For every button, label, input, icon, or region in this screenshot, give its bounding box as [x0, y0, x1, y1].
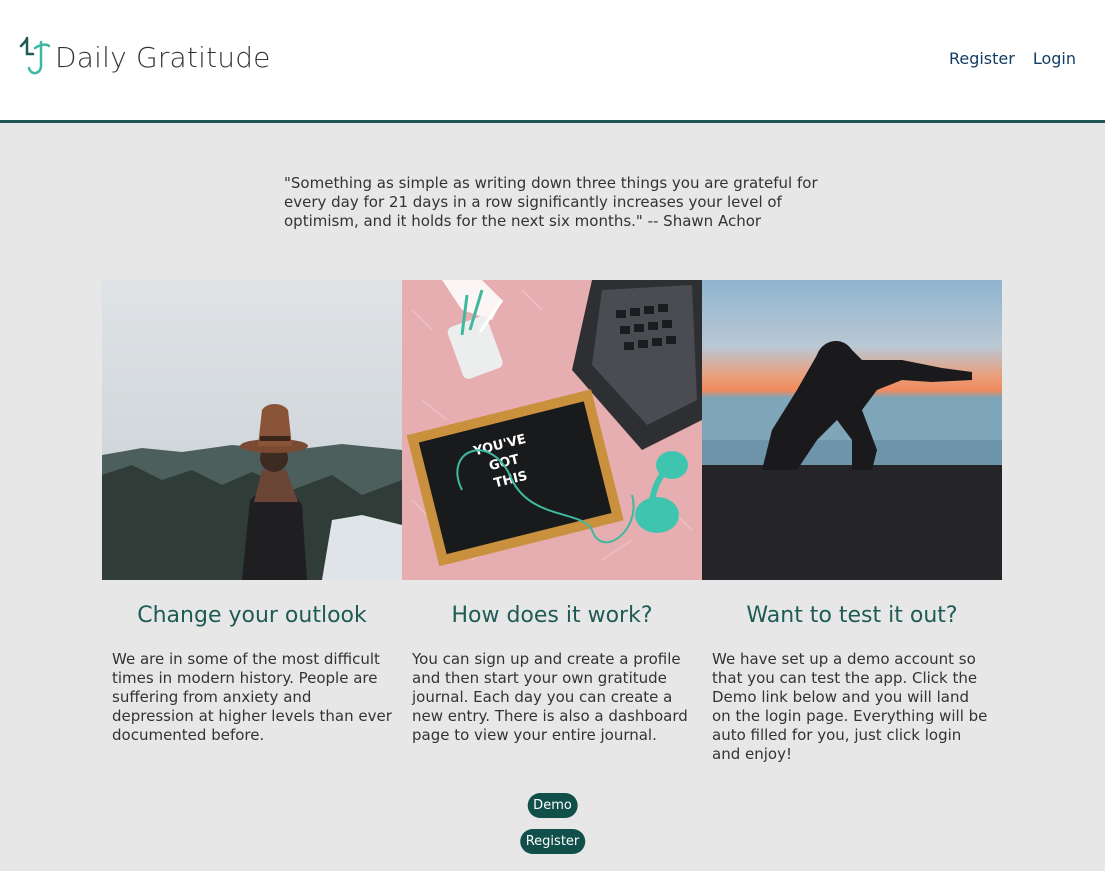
logo[interactable]: Daily Gratitude — [17, 36, 271, 78]
feature-title: Change your outlook — [137, 603, 367, 628]
register-button[interactable]: Register — [519, 829, 586, 854]
feature-title: How does it work? — [451, 603, 653, 628]
feature-test-it-out: Want to test it out? We have set up a de… — [702, 603, 1002, 764]
nav-login-link[interactable]: Login — [1033, 49, 1076, 68]
hero-quote: "Something as simple as writing down thr… — [284, 174, 818, 230]
brand-name: Daily Gratitude — [55, 40, 271, 74]
feature-text: We have set up a demo account so that yo… — [712, 650, 988, 763]
logo-icon — [19, 36, 51, 75]
top-nav: Register Login — [949, 49, 1076, 68]
site-header: Daily Gratitude Register Login — [0, 0, 1105, 123]
feature-title: Want to test it out? — [746, 603, 958, 628]
demo-image — [702, 280, 1002, 580]
feature-how-it-works: How does it work? You can sign up and cr… — [402, 603, 702, 745]
feature-text: You can sign up and create a profile and… — [412, 650, 688, 744]
feature-images: YOU'VE GOT THIS — [102, 280, 1002, 580]
demo-button[interactable]: Demo — [527, 793, 578, 818]
outlook-image — [102, 280, 402, 580]
journal-image: YOU'VE GOT THIS — [402, 280, 702, 580]
nav-register-link[interactable]: Register — [949, 49, 1015, 68]
feature-text: We are in some of the most difficult tim… — [112, 650, 392, 744]
feature-outlook: Change your outlook We are in some of th… — [102, 603, 402, 745]
